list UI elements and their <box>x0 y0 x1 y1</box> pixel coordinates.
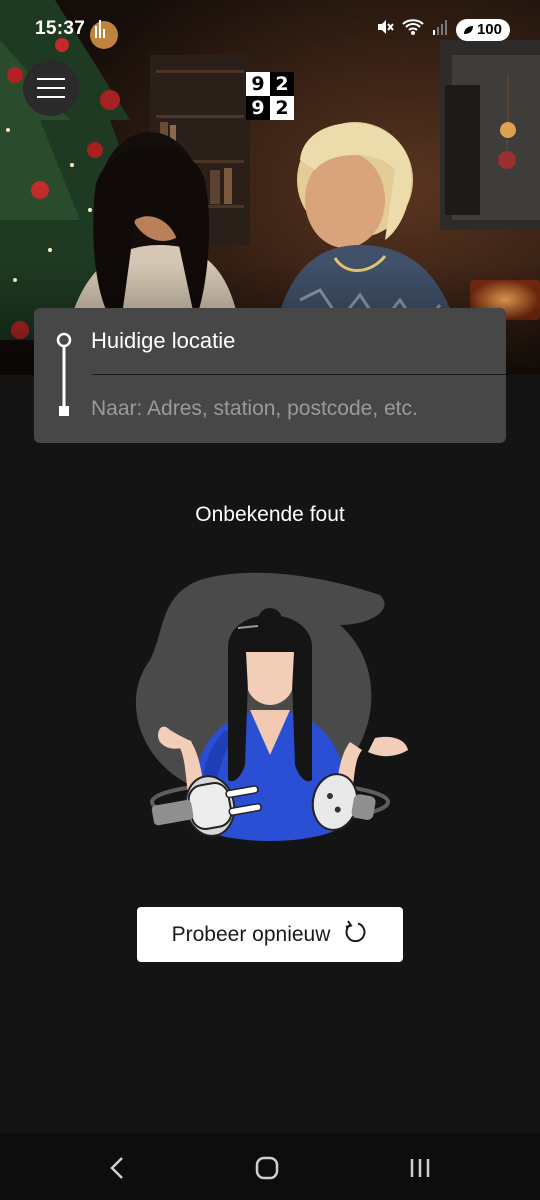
recents-icon <box>410 1159 430 1177</box>
logo-digit: 2 <box>270 96 294 120</box>
logo-digit: 2 <box>270 72 294 96</box>
back-icon <box>110 1157 123 1179</box>
logo-digit: 9 <box>246 96 270 120</box>
status-icons: 100 <box>376 18 510 41</box>
app-logo: 9 2 9 2 <box>246 72 294 120</box>
from-location-field[interactable]: Huidige locatie <box>91 328 235 354</box>
signal-activity-icon <box>94 20 108 43</box>
status-time: 15:37 <box>35 18 86 39</box>
battery-indicator: 100 <box>455 18 510 41</box>
battery-level: 100 <box>476 21 502 38</box>
back-button[interactable] <box>97 1153 137 1183</box>
unplugged-cable-illustration <box>130 570 420 870</box>
hamburger-menu-icon <box>37 75 65 102</box>
field-divider <box>92 374 506 375</box>
cell-signal-icon <box>432 19 448 40</box>
home-button[interactable] <box>247 1153 287 1183</box>
recents-button[interactable] <box>400 1153 440 1183</box>
home-icon <box>255 1156 279 1180</box>
menu-button[interactable] <box>23 60 79 116</box>
retry-button[interactable]: Probeer opnieuw <box>137 907 403 962</box>
route-line-icon <box>54 332 74 429</box>
retry-label: Probeer opnieuw <box>171 922 331 946</box>
error-title: Onbekende fout <box>195 503 345 526</box>
logo-digit: 9 <box>246 72 270 96</box>
system-navigation-bar <box>0 1133 540 1200</box>
route-planner-card: Huidige locatie Naar: Adres, station, po… <box>34 308 506 443</box>
destination-input[interactable]: Naar: Adres, station, postcode, etc. <box>91 397 418 421</box>
refresh-icon <box>342 919 368 951</box>
battery-icon <box>463 25 473 34</box>
wifi-icon <box>402 18 424 41</box>
mute-icon <box>376 18 394 41</box>
status-bar: 15:37 100 <box>0 0 540 60</box>
